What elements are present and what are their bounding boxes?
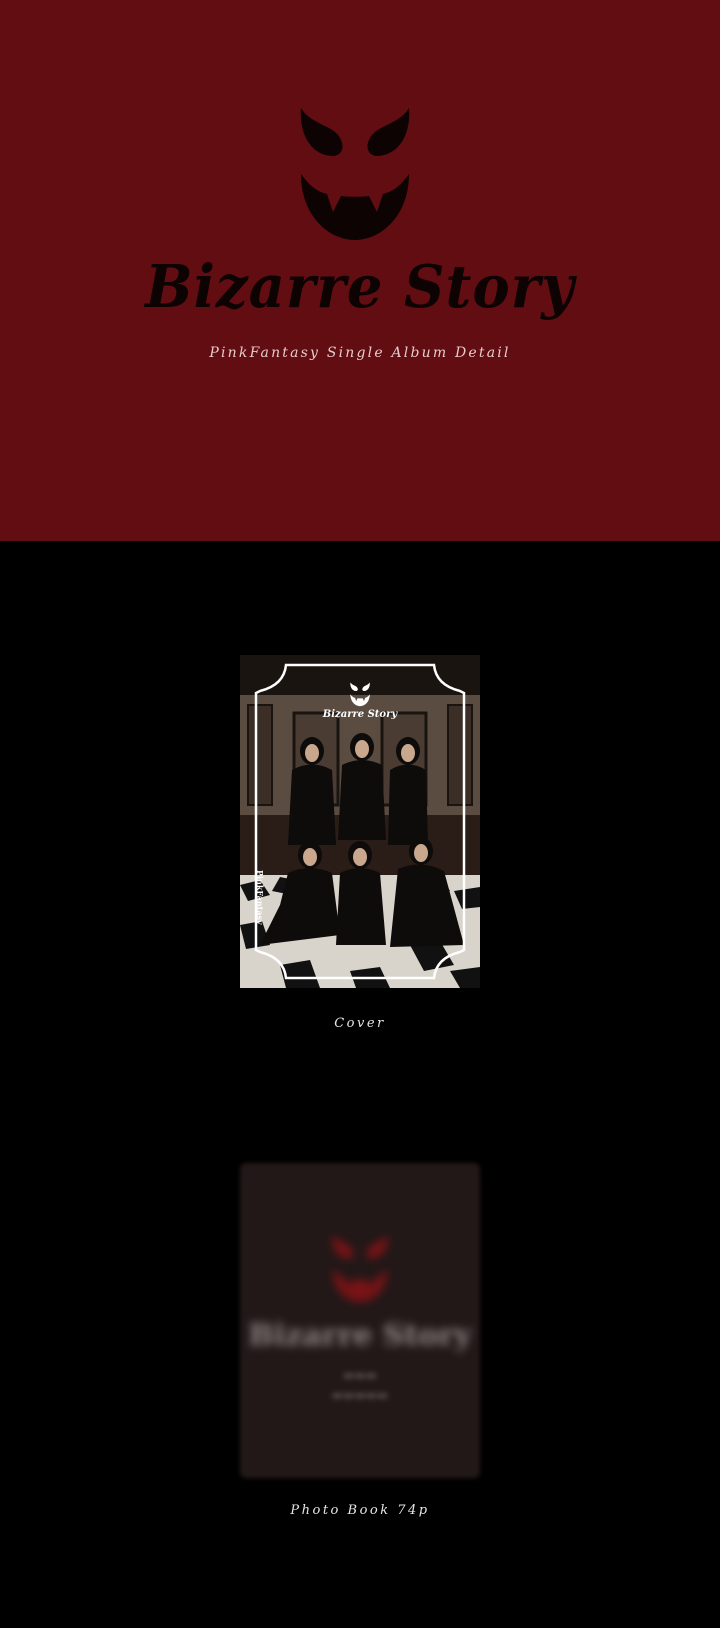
photobook-detail-line: ▬▬▬: [342, 1368, 377, 1382]
photobook-title: Bizarre Story: [248, 1318, 472, 1353]
cover-logo-text: Bizarre Story: [322, 709, 398, 720]
photobook-image: Bizarre Story ▬▬▬ ▬▬▬▬▬: [240, 1163, 480, 1478]
photobook-detail-line: ▬▬▬▬▬: [331, 1388, 389, 1402]
cover-caption: Cover: [334, 1016, 386, 1031]
album-title: Bizarre Story: [145, 252, 575, 322]
cover-artist-text: PinkFantasy: [255, 870, 265, 925]
devil-face-icon: [300, 108, 410, 240]
album-subtitle: PinkFantasy Single Album Detail: [209, 345, 511, 361]
photobook-caption: Photo Book 74p: [290, 1503, 430, 1518]
devil-face-icon: [332, 1234, 388, 1302]
hero-banner: Bizarre Story PinkFantasy Single Album D…: [0, 0, 720, 541]
cover-image: Bizarre Story PinkFantasy: [240, 655, 480, 988]
